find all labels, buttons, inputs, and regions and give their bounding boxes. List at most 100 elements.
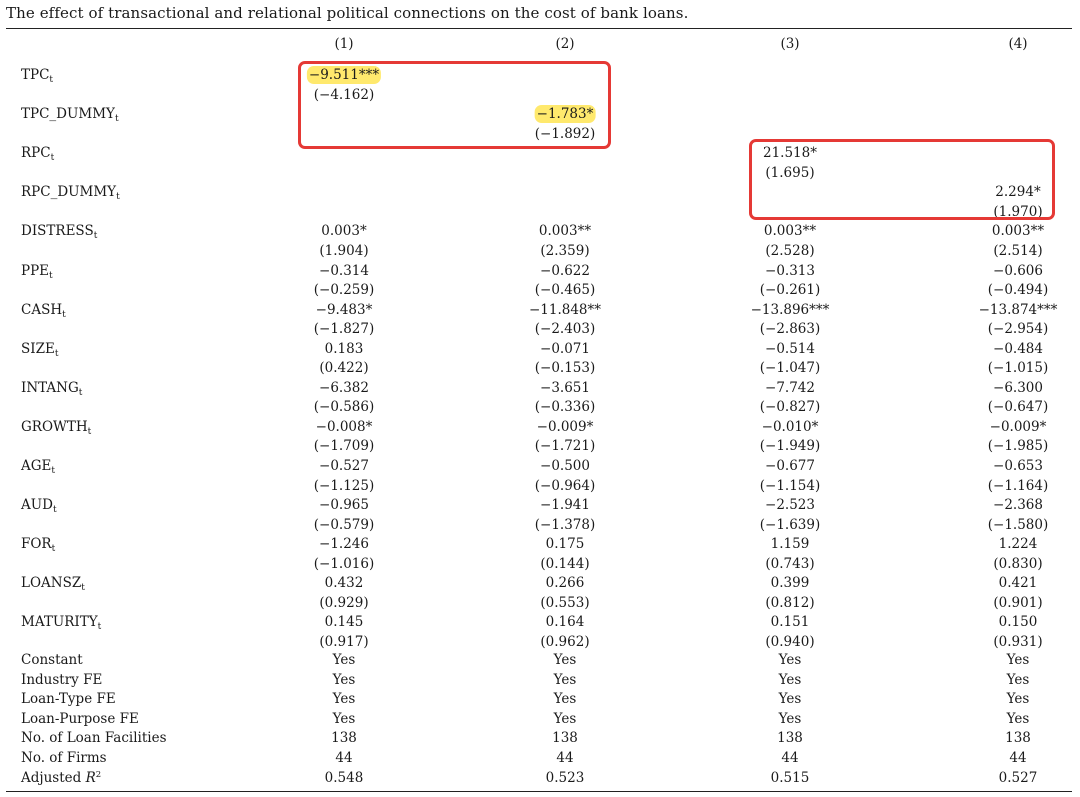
coefficient-value: −0.500 xyxy=(540,458,590,474)
coefficient-value: 1.159 xyxy=(770,536,810,553)
coefficient-value: −1.246 xyxy=(319,536,369,553)
t-stat-cell: (0.144) xyxy=(540,555,590,572)
coefficient-cell: 0.399 xyxy=(771,574,810,592)
coefficient-cell: 0.003** xyxy=(539,222,591,240)
variable-subscript: t xyxy=(49,270,53,281)
coefficient-cell: −2.523 xyxy=(765,496,815,514)
variable-subscript: t xyxy=(114,114,119,125)
variable-label: AGEt xyxy=(21,457,56,476)
variable-name: AUD xyxy=(21,497,53,514)
t-stat-cell: (2.514) xyxy=(993,242,1043,259)
coefficient-value: −0.965 xyxy=(319,497,369,514)
t-stat-cell: (−1.016) xyxy=(313,555,375,572)
coefficient-cell: −13.874*** xyxy=(979,301,1058,319)
t-stat-cell: (−1.580) xyxy=(987,516,1049,533)
coefficient-value: 0.183 xyxy=(324,340,364,357)
coefficient-value: −2.523 xyxy=(765,497,815,514)
variable-label: AUDt xyxy=(21,496,57,516)
coefficient-cell: 0.175 xyxy=(546,535,585,553)
coefficient-value: −7.742 xyxy=(765,379,815,396)
bottom-rule xyxy=(6,791,1072,792)
variable-label: DISTRESSt xyxy=(21,222,98,242)
coefficient-value: −0.009* xyxy=(536,418,594,435)
footer-value: 138 xyxy=(777,730,803,747)
coefficient-cell: 0.151 xyxy=(771,613,810,631)
t-stat-cell: (0.917) xyxy=(319,633,369,650)
column-header-1: (1) xyxy=(334,36,354,52)
variable-name: TPC_DUMMY xyxy=(21,106,115,123)
variable-name: RPC xyxy=(21,145,51,162)
coefficient-cell: 0.145 xyxy=(325,613,364,631)
coefficient-cell: 0.266 xyxy=(546,574,585,592)
coefficient-cell: −13.896*** xyxy=(751,301,830,319)
coefficient-cell: −0.009* xyxy=(537,418,594,436)
variable-subscript: t xyxy=(51,466,56,476)
coefficient-cell: 0.432 xyxy=(325,574,364,592)
t-stat-cell: (−0.261) xyxy=(759,282,821,298)
variable-subscript: t xyxy=(62,309,66,320)
footer-value: 0.527 xyxy=(998,769,1038,786)
coefficient-value: 0.145 xyxy=(324,614,364,631)
coefficient-cell: 1.159 xyxy=(771,535,810,553)
t-stat-cell: (−2.863) xyxy=(759,321,821,338)
coefficient-cell: −0.965 xyxy=(319,496,369,514)
t-stat-cell: (−0.586) xyxy=(313,399,375,416)
coefficient-cell: −0.071 xyxy=(540,340,590,358)
footer-label: Loan-Type FE xyxy=(21,690,116,708)
coefficient-value: −3.651 xyxy=(540,379,590,396)
variable-subscript: t xyxy=(116,192,120,203)
coefficient-value: −0.008* xyxy=(315,418,373,435)
coefficient-value: 0.432 xyxy=(324,575,364,592)
coefficient-cell: 0.003** xyxy=(992,222,1044,240)
variable-subscript: t xyxy=(97,622,102,633)
coefficient-cell: −0.527 xyxy=(319,457,369,475)
t-stat-cell: (−1.985) xyxy=(987,438,1049,455)
coefficient-value: 0.399 xyxy=(770,575,810,592)
coefficient-value: 0.003** xyxy=(538,223,592,240)
coefficient-value: −13.896*** xyxy=(750,301,830,318)
t-stat-cell: (−0.579) xyxy=(313,516,375,533)
footer-label: No. of Loan Facilities xyxy=(21,729,167,747)
coefficient-value: −9.483* xyxy=(315,301,373,318)
variable-subscript: t xyxy=(93,231,98,242)
variable-subscript: t xyxy=(52,505,57,516)
coefficient-cell: −0.500 xyxy=(540,457,590,475)
top-rule xyxy=(6,28,1072,29)
t-stat-cell: (2.528) xyxy=(765,242,815,259)
variable-label: FORt xyxy=(21,535,55,554)
coefficient-value: 0.151 xyxy=(770,614,810,631)
coefficient-cell: −0.653 xyxy=(993,457,1043,475)
coefficient-cell: −1.941 xyxy=(540,496,590,514)
t-stat-cell: (−1.709) xyxy=(313,438,375,455)
r-symbol: R xyxy=(85,769,96,786)
coefficient-value: 0.164 xyxy=(545,614,585,631)
coefficient-value: −6.382 xyxy=(319,379,369,396)
t-stat-cell: (−2.954) xyxy=(987,321,1049,338)
coefficient-value: −0.622 xyxy=(540,262,590,279)
t-stat-cell: (0.812) xyxy=(765,594,815,611)
footer-label-text: Constant xyxy=(21,652,83,668)
coefficient-value: −0.484 xyxy=(993,340,1043,357)
t-stat-cell: (1.904) xyxy=(319,242,369,259)
footer-value: Yes xyxy=(553,710,577,727)
coefficient-value: −1.941 xyxy=(540,497,590,514)
footer-value: 44 xyxy=(781,750,799,766)
coefficient-value: 1.224 xyxy=(998,536,1038,553)
coefficient-value: −0.009* xyxy=(989,418,1047,435)
coefficient-value: −0.314 xyxy=(319,262,369,279)
variable-subscript: t xyxy=(87,426,92,437)
t-stat-cell: (−1.378) xyxy=(534,516,596,533)
footer-value: Yes xyxy=(1006,691,1030,708)
coefficient-value: 0.421 xyxy=(998,575,1038,592)
variable-label: TPCt xyxy=(21,66,53,85)
coefficient-value: 0.003** xyxy=(991,223,1045,240)
footer-label-text: No. of Firms xyxy=(21,750,107,766)
variable-name: DISTRESS xyxy=(21,223,94,240)
footer-value: 44 xyxy=(335,750,353,766)
coefficient-cell: 1.224 xyxy=(999,535,1038,553)
footer-label: Loan-Purpose FE xyxy=(21,710,139,728)
coefficient-value: −0.514 xyxy=(765,340,815,357)
footer-value: Yes xyxy=(553,691,577,708)
coefficient-value: −0.606 xyxy=(993,262,1043,279)
coefficient-cell: −0.484 xyxy=(993,340,1043,358)
